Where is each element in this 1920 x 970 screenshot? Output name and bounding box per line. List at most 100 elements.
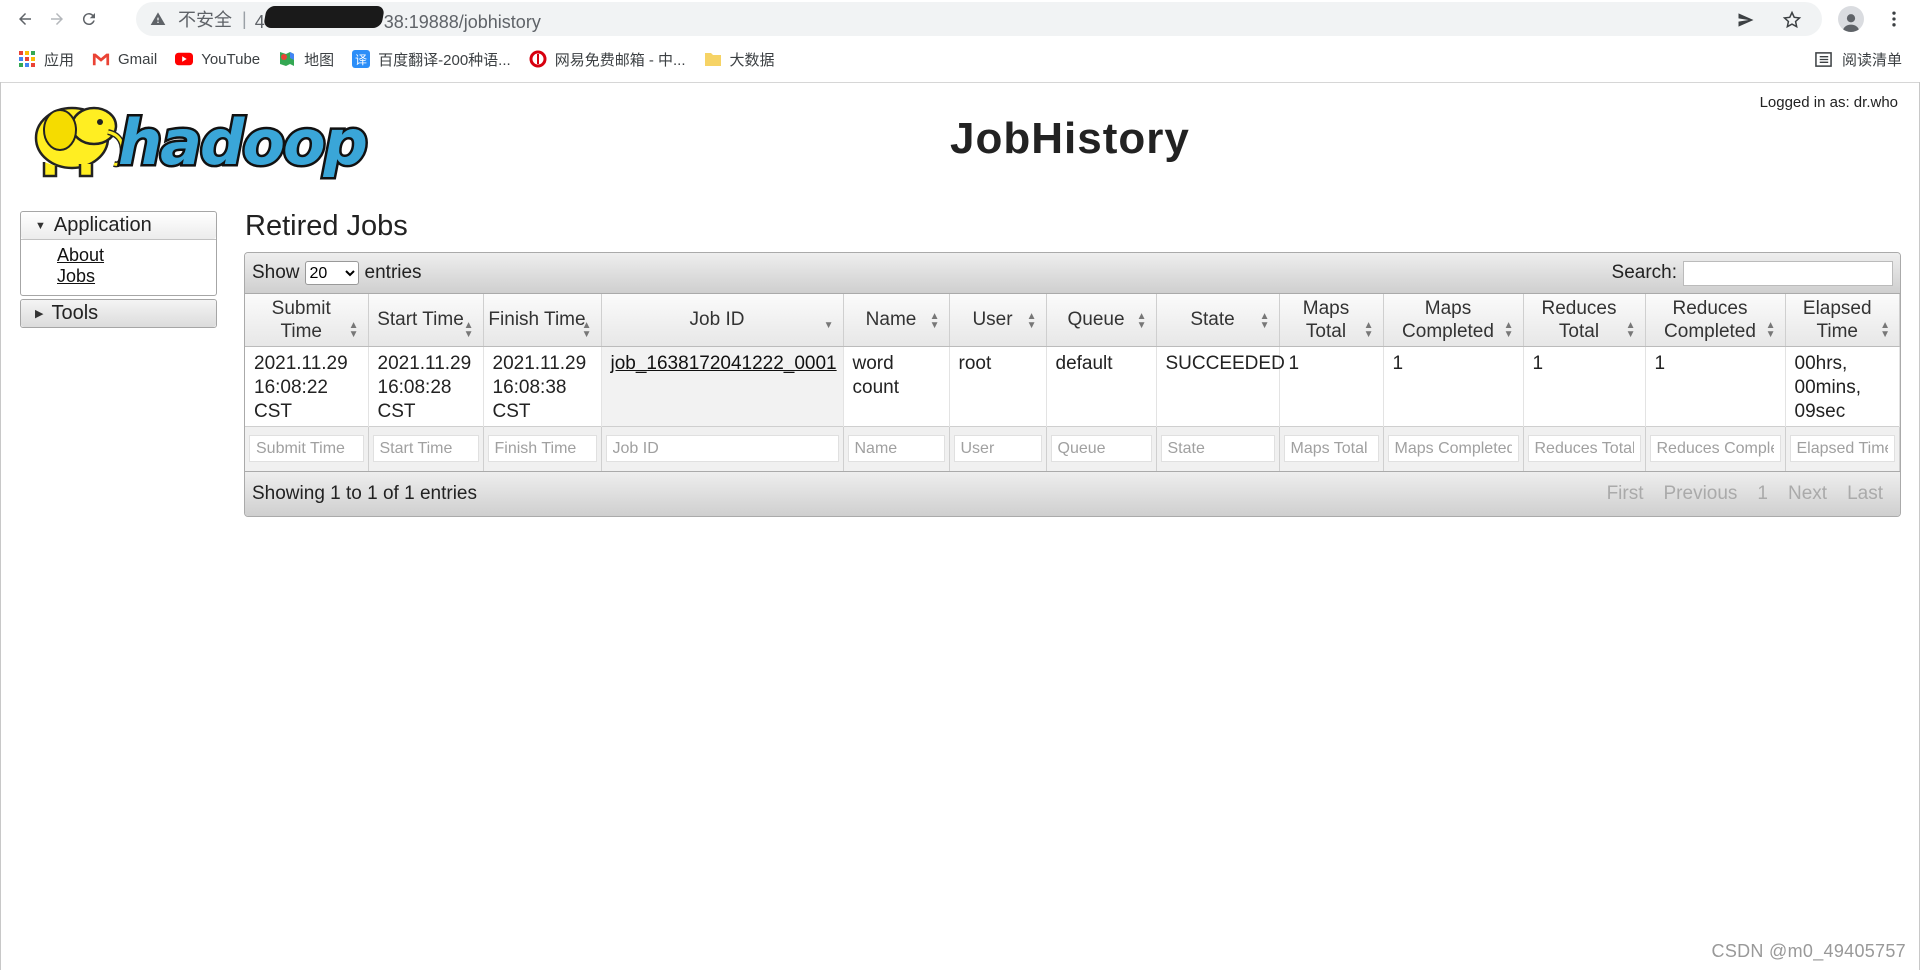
reload-icon bbox=[82, 12, 95, 25]
col-name[interactable]: Name ▲ ▼ bbox=[843, 294, 950, 347]
filter-start-time[interactable] bbox=[372, 435, 479, 462]
triangle-down-icon: ▼ bbox=[35, 219, 46, 232]
cell-name: word count bbox=[843, 346, 950, 426]
cell-submit-time: 2021.11.29 16:08:22 CST bbox=[245, 346, 369, 426]
filter-user[interactable] bbox=[953, 435, 1042, 462]
bookmark-apps[interactable]: 应用 bbox=[18, 49, 74, 70]
pager-page-1[interactable]: 1 bbox=[1757, 483, 1768, 505]
col-submit-time[interactable]: Submit Time ▲ ▼ bbox=[245, 294, 369, 347]
chrome-divider bbox=[0, 82, 1920, 83]
job-id-link[interactable]: job_1638172041222_0001 bbox=[611, 353, 837, 374]
warning-icon bbox=[150, 12, 166, 25]
cell-finish-time: 2021.11.29 16:08:38 CST bbox=[483, 346, 602, 426]
filter-maps-completed[interactable] bbox=[1387, 435, 1519, 462]
sort-icon: ▲ ▼ bbox=[1625, 319, 1636, 340]
send-icon[interactable] bbox=[1736, 10, 1756, 30]
cell-elapsed-time: 00hrs, 00mins, 09sec bbox=[1785, 346, 1900, 426]
filter-maps-total[interactable] bbox=[1283, 435, 1379, 462]
baidu-translate-icon: 译 bbox=[352, 50, 371, 68]
col-state[interactable]: State ▲ ▼ bbox=[1156, 294, 1280, 347]
search-input[interactable] bbox=[1683, 260, 1893, 286]
col-maps-completed[interactable]: Maps Completed ▲ ▼ bbox=[1383, 294, 1524, 347]
bookmark-baidu-translate[interactable]: 译 百度翻译-200种语... bbox=[352, 49, 511, 70]
filter-queue[interactable] bbox=[1050, 435, 1152, 462]
bookmark-gmail[interactable]: Gmail bbox=[92, 50, 157, 68]
section-title: Retired Jobs bbox=[245, 210, 408, 242]
triangle-right-icon: ▶ bbox=[35, 308, 44, 320]
col-queue[interactable]: Queue ▲ ▼ bbox=[1046, 294, 1157, 347]
application-accordion-header[interactable]: ▼ Application bbox=[21, 212, 216, 239]
arrow-left-icon bbox=[19, 12, 31, 25]
bookmark-label: 大数据 bbox=[729, 51, 775, 69]
cell-queue: default bbox=[1046, 346, 1157, 426]
bookmark-netease-mail[interactable]: 网易免费邮箱 - 中... bbox=[529, 49, 686, 70]
bookmark-youtube[interactable]: YouTube bbox=[175, 50, 260, 68]
sort-icon: ▲ ▼ bbox=[1026, 310, 1037, 331]
filter-reduces-total[interactable] bbox=[1527, 435, 1641, 462]
filter-submit-time[interactable] bbox=[249, 435, 364, 462]
col-reduces-total[interactable]: Reduces Total ▲ ▼ bbox=[1523, 294, 1646, 347]
cell-maps-total: 1 bbox=[1279, 346, 1384, 426]
col-user[interactable]: User ▲ ▼ bbox=[949, 294, 1047, 347]
sort-icon: ▲ ▼ bbox=[348, 319, 359, 340]
reload-button[interactable] bbox=[74, 4, 104, 34]
filter-job-id[interactable] bbox=[605, 435, 839, 462]
jobs-datatable: Show 20 entries Search: Submit Time ▲ ▼ Sta… bbox=[244, 252, 1901, 517]
showing-info: Showing 1 to 1 of 1 entries bbox=[252, 482, 477, 504]
bookmark-maps[interactable]: 地图 bbox=[278, 49, 334, 70]
bookmark-label: Gmail bbox=[118, 50, 158, 68]
jobs-link[interactable]: Jobs bbox=[57, 266, 216, 287]
show-label: Show bbox=[252, 262, 300, 283]
col-reduces-completed[interactable]: Reduces Completed ▲ ▼ bbox=[1645, 294, 1786, 347]
reading-list[interactable]: 阅读清单 bbox=[1815, 40, 1902, 78]
bookmark-bigdata-folder[interactable]: 大数据 bbox=[704, 49, 775, 70]
sort-icon: ▲ ▼ bbox=[1503, 319, 1514, 340]
logo-text: hadoop bbox=[118, 106, 366, 179]
profile-avatar[interactable] bbox=[1838, 5, 1864, 32]
star-icon[interactable] bbox=[1782, 10, 1802, 30]
tools-label: Tools bbox=[51, 302, 99, 324]
url-separator: | bbox=[242, 8, 247, 29]
pager-last[interactable]: Last bbox=[1847, 483, 1883, 505]
search-label: Search: bbox=[1611, 262, 1677, 283]
kebab-menu-icon[interactable] bbox=[1884, 9, 1904, 29]
col-elapsed-time[interactable]: Elapsed Time ▲ ▼ bbox=[1785, 294, 1900, 347]
omnibox-actions bbox=[1736, 10, 1802, 30]
tools-accordion-header[interactable]: ▶ Tools bbox=[21, 300, 216, 327]
filter-name[interactable] bbox=[847, 435, 945, 462]
bookmark-label: 网易免费邮箱 - 中... bbox=[554, 51, 686, 69]
sort-icon: ▲ ▼ bbox=[1880, 319, 1890, 340]
chrome-right-controls bbox=[1830, 0, 1920, 37]
person-icon bbox=[1842, 13, 1860, 32]
apps-grid-icon bbox=[19, 51, 35, 67]
folder-icon bbox=[704, 53, 721, 66]
col-start-time[interactable]: Start Time ▲ ▼ bbox=[368, 294, 484, 347]
cell-user: root bbox=[949, 346, 1047, 426]
filter-state[interactable] bbox=[1160, 435, 1275, 462]
forward-button[interactable] bbox=[42, 4, 72, 34]
application-label: Application bbox=[53, 214, 152, 236]
filter-reduces-completed[interactable] bbox=[1649, 435, 1781, 462]
col-finish-time[interactable]: Finish Time ▲ ▼ bbox=[483, 294, 602, 347]
cell-state: SUCCEEDED bbox=[1156, 346, 1285, 426]
about-link[interactable]: About bbox=[57, 245, 216, 266]
filter-elapsed-time[interactable] bbox=[1789, 435, 1895, 462]
table-row: 2021.11.29 16:08:22 CST 2021.11.29 16:08:28… bbox=[245, 346, 1900, 426]
page-title: JobHistory bbox=[950, 114, 1190, 163]
page-border-left bbox=[0, 82, 1, 970]
pager-next[interactable]: Next bbox=[1788, 483, 1827, 505]
address-bar[interactable]: 不安全 | 4 38:19888/jobhistory bbox=[136, 2, 1822, 36]
page-size-select[interactable]: 20 bbox=[304, 261, 359, 285]
col-maps-total[interactable]: Maps Total ▲ ▼ bbox=[1279, 294, 1384, 347]
pager-first[interactable]: First bbox=[1607, 483, 1644, 505]
watermark: CSDN @m0_49405757 bbox=[1711, 941, 1906, 961]
cell-maps-completed: 1 bbox=[1383, 346, 1524, 426]
bookmark-label: 百度翻译-200种语... bbox=[378, 51, 511, 69]
col-job-id[interactable]: Job ID ▼ bbox=[601, 294, 844, 347]
pager-previous[interactable]: Previous bbox=[1664, 483, 1738, 505]
filter-finish-time[interactable] bbox=[487, 435, 597, 462]
sort-icon: ▲ ▼ bbox=[1765, 319, 1776, 340]
gmail-icon bbox=[92, 53, 110, 66]
sort-icon: ▲ ▼ bbox=[1259, 310, 1270, 331]
back-button[interactable] bbox=[10, 4, 40, 34]
